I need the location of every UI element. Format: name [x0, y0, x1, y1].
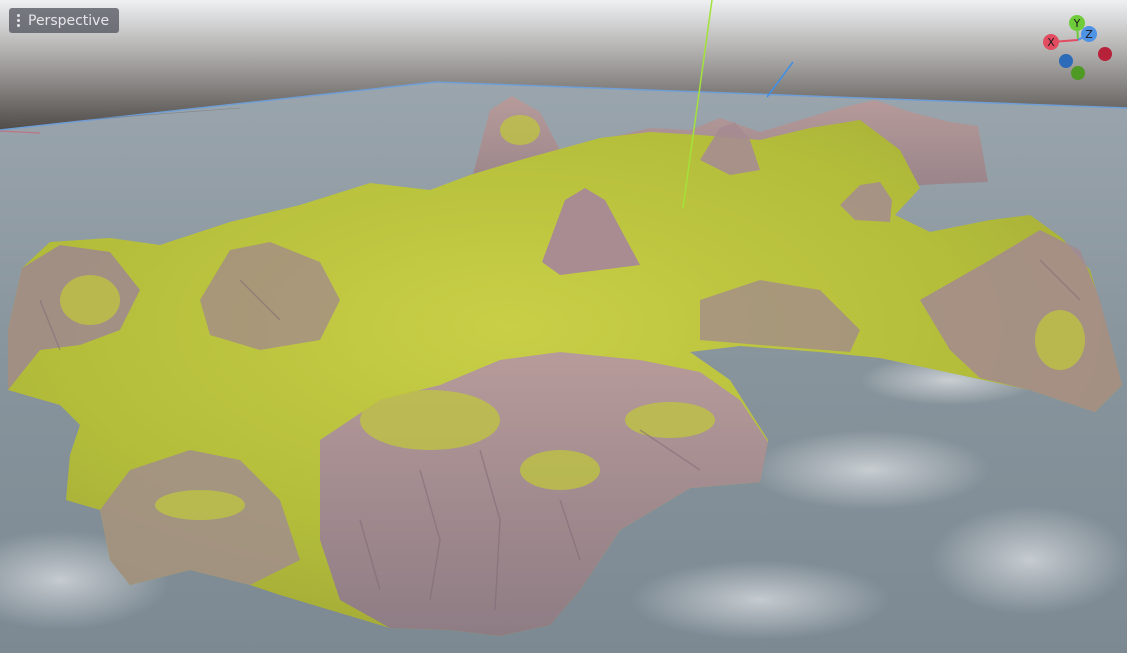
x-axis-label: X [1047, 36, 1055, 49]
neg-z-axis-handle[interactable] [1059, 54, 1073, 68]
neg-y-axis-handle[interactable] [1071, 66, 1085, 80]
terrain-scene[interactable] [0, 0, 1127, 653]
3d-viewport[interactable]: Perspective X Y Z [0, 0, 1127, 653]
neg-x-axis-handle[interactable] [1098, 47, 1112, 61]
kebab-menu-icon [17, 14, 20, 27]
view-menu-button[interactable]: Perspective [9, 8, 120, 33]
view-menu-label: Perspective [28, 12, 110, 29]
y-axis-label: Y [1073, 17, 1081, 30]
orientation-gizmo[interactable]: X Y Z [1036, 12, 1118, 84]
z-axis-label: Z [1085, 28, 1093, 41]
